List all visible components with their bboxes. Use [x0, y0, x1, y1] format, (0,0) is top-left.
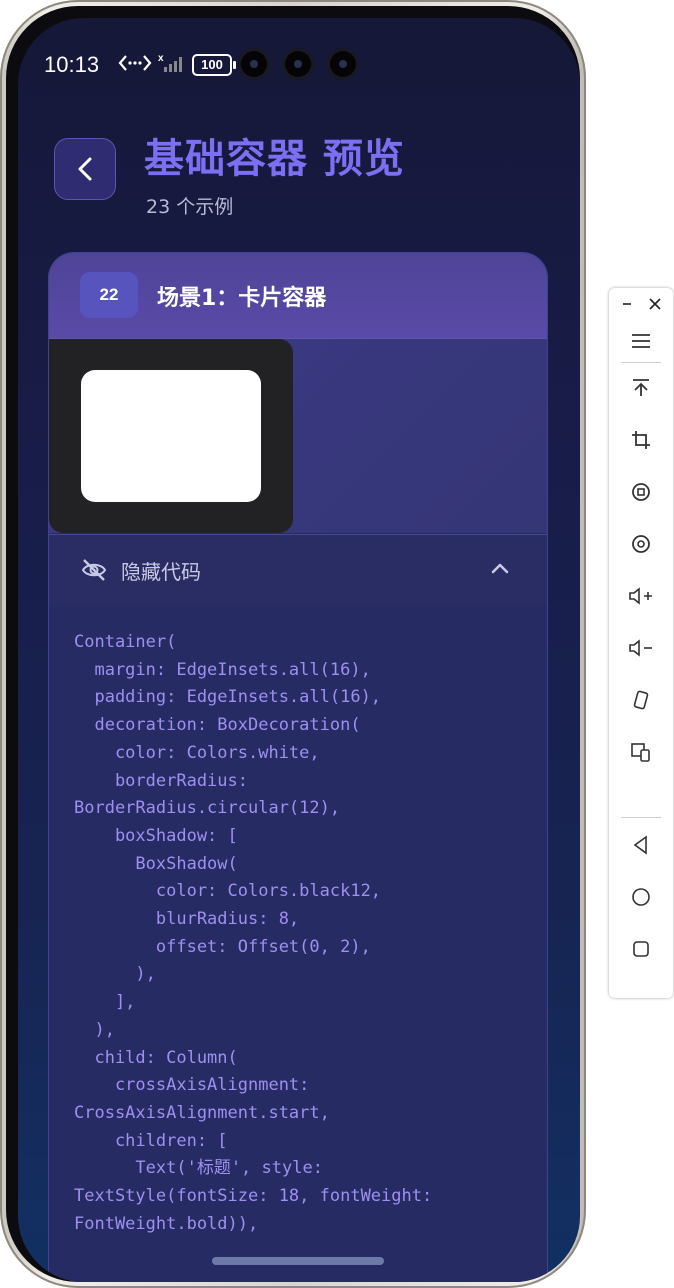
- page-subtitle: 23 个示例: [146, 196, 234, 218]
- phone-bezel: 10:13 x 100 基础容器 预览 23 个示例 22 场景1：卡片容器 隐…: [6, 6, 580, 1282]
- code-debug-icon: [118, 52, 152, 81]
- shake-icon[interactable]: [609, 680, 673, 720]
- toggle-code-label: 隐藏代码: [121, 560, 201, 584]
- demo-container: [49, 339, 293, 533]
- phone-frame: 10:13 x 100 基础容器 预览 23 个示例 22 场景1：卡片容器 隐…: [0, 0, 586, 1288]
- scene-title: 场景1：卡片容器: [157, 286, 327, 311]
- example-card: 22 场景1：卡片容器 隐藏代码 Container(margin: Edge…: [48, 252, 548, 1282]
- rotate-left-icon[interactable]: [609, 472, 673, 512]
- crop-icon[interactable]: [609, 420, 673, 460]
- rotate-right-icon[interactable]: [609, 524, 673, 564]
- app-screen: 10:13 x 100 基础容器 预览 23 个示例 22 场景1：卡片容器 隐…: [18, 18, 580, 1282]
- eye-off-icon: [81, 559, 107, 581]
- chevron-left-icon: [78, 157, 92, 181]
- pin-top-icon[interactable]: [609, 368, 673, 408]
- home-indicator[interactable]: [212, 1257, 384, 1265]
- camera-icon: [238, 48, 270, 80]
- card-header: 22 场景1：卡片容器: [49, 253, 547, 339]
- toggle-code-button[interactable]: 隐藏代码: [49, 534, 547, 605]
- status-bar: 10:13 x 100: [18, 18, 580, 108]
- preview-area: [49, 339, 547, 533]
- code-text: Container( margin: EdgeInsets.all(16), p…: [74, 632, 433, 1234]
- chevron-up-icon: [491, 563, 509, 574]
- signal-icon: x: [158, 52, 188, 81]
- multi-device-icon[interactable]: [609, 732, 673, 772]
- recents-nav-icon[interactable]: [609, 929, 673, 969]
- code-block: Container( margin: EdgeInsets.all(16), p…: [49, 605, 547, 1282]
- demo-white-card: [81, 370, 261, 502]
- volume-down-icon[interactable]: [609, 628, 673, 668]
- volume-up-icon[interactable]: [609, 576, 673, 616]
- example-count-badge: 22: [80, 272, 138, 318]
- camera-icon: [282, 48, 314, 80]
- battery-icon: 100: [192, 54, 236, 76]
- page-title: 基础容器 预览: [144, 136, 405, 182]
- camera-icon: [327, 48, 359, 80]
- close-icon[interactable]: [623, 284, 674, 324]
- back-nav-icon[interactable]: [609, 825, 673, 865]
- status-time: 10:13: [44, 52, 100, 77]
- svg-text:x: x: [158, 53, 164, 64]
- back-button[interactable]: [54, 138, 116, 200]
- home-nav-icon[interactable]: [609, 877, 673, 917]
- emulator-toolbar: [609, 288, 673, 998]
- menu-icon[interactable]: [609, 321, 673, 361]
